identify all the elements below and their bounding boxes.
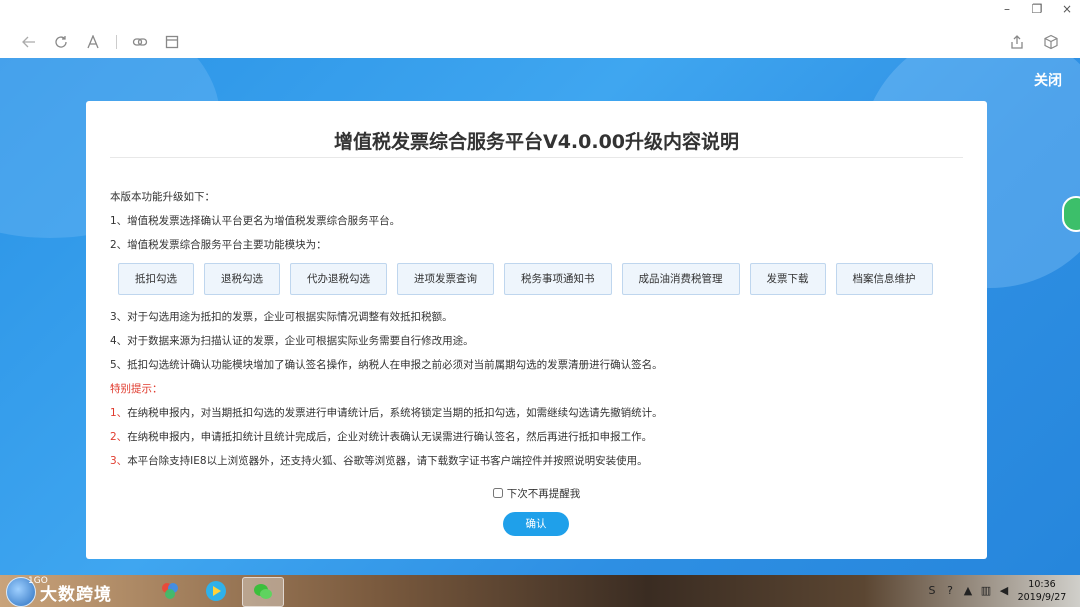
module-button-refund[interactable]: 退税勾选 [204, 263, 280, 295]
browser-app-icon[interactable] [150, 577, 190, 605]
intro-text: 本版本功能升级如下： [110, 191, 215, 203]
window-titlebar: – ❐ × [0, 0, 1080, 26]
page-layout-icon[interactable] [163, 33, 181, 51]
media-player-icon[interactable] [196, 577, 236, 605]
clock-time: 10:36 [1028, 579, 1056, 590]
cube-icon[interactable] [1042, 33, 1060, 51]
title-divider [110, 157, 963, 158]
font-size-icon[interactable] [84, 33, 102, 51]
refresh-icon[interactable] [52, 33, 70, 51]
toolbar-right [1008, 33, 1060, 51]
item-1: 1、增值税发票选择确认平台更名为增值税发票综合服务平台。 [110, 215, 401, 227]
module-list: 抵扣勾选 退税勾选 代办退税勾选 进项发票查询 税务事项通知书 成品油消费税管理… [118, 263, 970, 295]
minimize-button[interactable]: – [1000, 2, 1014, 16]
help-icon[interactable]: ? [944, 584, 956, 597]
tip-number: 1、 [110, 407, 128, 419]
taskbar: 1GO 大数跨境 S ? ▲ ▥ ◀ 10:36 2019/9/27 [0, 575, 1080, 607]
system-tray: S ? ▲ ▥ ◀ [926, 584, 1010, 597]
side-toggle-handle[interactable] [1062, 196, 1080, 232]
tip-3: 3、本平台除支持IE8以上浏览器外，还支持火狐、谷歌等浏览器，请下载数字证书客户… [110, 449, 970, 473]
close-link[interactable]: 关闭 [1034, 70, 1062, 90]
close-window-button[interactable]: × [1060, 2, 1074, 16]
tip-number: 2、 [110, 431, 128, 443]
tip-number: 3、 [110, 455, 128, 467]
tip-text: 在纳税申报内，对当期抵扣勾选的发票进行申请统计后，系统将锁定当期的抵扣勾选，如需… [127, 407, 663, 419]
tip-1: 1、在纳税申报内，对当期抵扣勾选的发票进行申请统计后，系统将锁定当期的抵扣勾选，… [110, 401, 970, 425]
back-arrow-icon[interactable] [20, 33, 38, 51]
window-controls: – ❐ × [1000, 2, 1074, 16]
volume-icon[interactable]: ◀ [998, 584, 1010, 597]
dialog-content: 本版本功能升级如下： 1、增值税发票选择确认平台更名为增值税发票综合服务平台。 … [110, 185, 970, 473]
browser-toolbar [0, 26, 1080, 58]
confirm-button[interactable]: 确认 [503, 512, 569, 536]
toolbar-left [20, 33, 181, 51]
tray-app-icon[interactable]: S [926, 584, 938, 597]
do-not-remind-row: 下次不再提醒我 [86, 486, 987, 501]
item-2: 2、增值税发票综合服务平台主要功能模块为： [110, 239, 327, 251]
taskbar-clock[interactable]: 10:36 2019/9/27 [1012, 578, 1072, 604]
link-icon[interactable] [131, 33, 149, 51]
watermark-brand: 大数跨境 [40, 585, 112, 605]
module-button-invoice-download[interactable]: 发票下载 [749, 263, 826, 295]
clock-date: 2019/9/27 [1017, 592, 1067, 603]
tip-2: 2、在纳税申报内，申请抵扣统计且统计完成后，企业对统计表确认无误需进行确认签名，… [110, 425, 970, 449]
module-button-archive-info[interactable]: 档案信息维护 [835, 263, 933, 295]
upgrade-notice-dialog: 增值税发票综合服务平台V4.0.00升级内容说明 本版本功能升级如下： 1、增值… [86, 101, 987, 559]
module-button-deduction[interactable]: 抵扣勾选 [118, 263, 194, 295]
tray-expand-icon[interactable]: ▲ [962, 584, 974, 597]
tip-text: 本平台除支持IE8以上浏览器外，还支持火狐、谷歌等浏览器，请下载数字证书客户端控… [127, 455, 648, 467]
item-3: 3、对于勾选用途为抵扣的发票，企业可根据实际情况调整有效抵扣税额。 [110, 311, 453, 323]
wechat-icon[interactable] [242, 577, 284, 607]
share-icon[interactable] [1008, 33, 1026, 51]
module-button-agent-refund[interactable]: 代办退税勾选 [290, 263, 387, 295]
item-5: 5、抵扣勾选统计确认功能模块增加了确认签名操作，纳税人在申报之前必须对当前属期勾… [110, 359, 663, 371]
special-notice-title: 特别提示： [110, 383, 163, 395]
toolbar-divider [116, 35, 117, 49]
item-4: 4、对于数据来源为扫描认证的发票，企业可根据实际业务需要自行修改用途。 [110, 335, 474, 347]
do-not-remind-label[interactable]: 下次不再提醒我 [507, 488, 581, 500]
module-button-input-invoice-query[interactable]: 进项发票查询 [397, 263, 494, 295]
tip-text: 在纳税申报内，申请抵扣统计且统计完成后，企业对统计表确认无误需进行确认签名，然后… [127, 431, 653, 443]
do-not-remind-checkbox[interactable] [492, 488, 503, 498]
restore-button[interactable]: ❐ [1030, 2, 1044, 16]
module-button-tax-notice[interactable]: 税务事项通知书 [504, 263, 612, 295]
page-background: 关闭 增值税发票综合服务平台V4.0.00升级内容说明 本版本功能升级如下： 1… [0, 58, 1080, 575]
network-icon[interactable]: ▥ [980, 584, 992, 597]
module-button-oil-tax[interactable]: 成品油消费税管理 [621, 263, 740, 295]
dialog-title: 增值税发票综合服务平台V4.0.00升级内容说明 [333, 131, 740, 153]
